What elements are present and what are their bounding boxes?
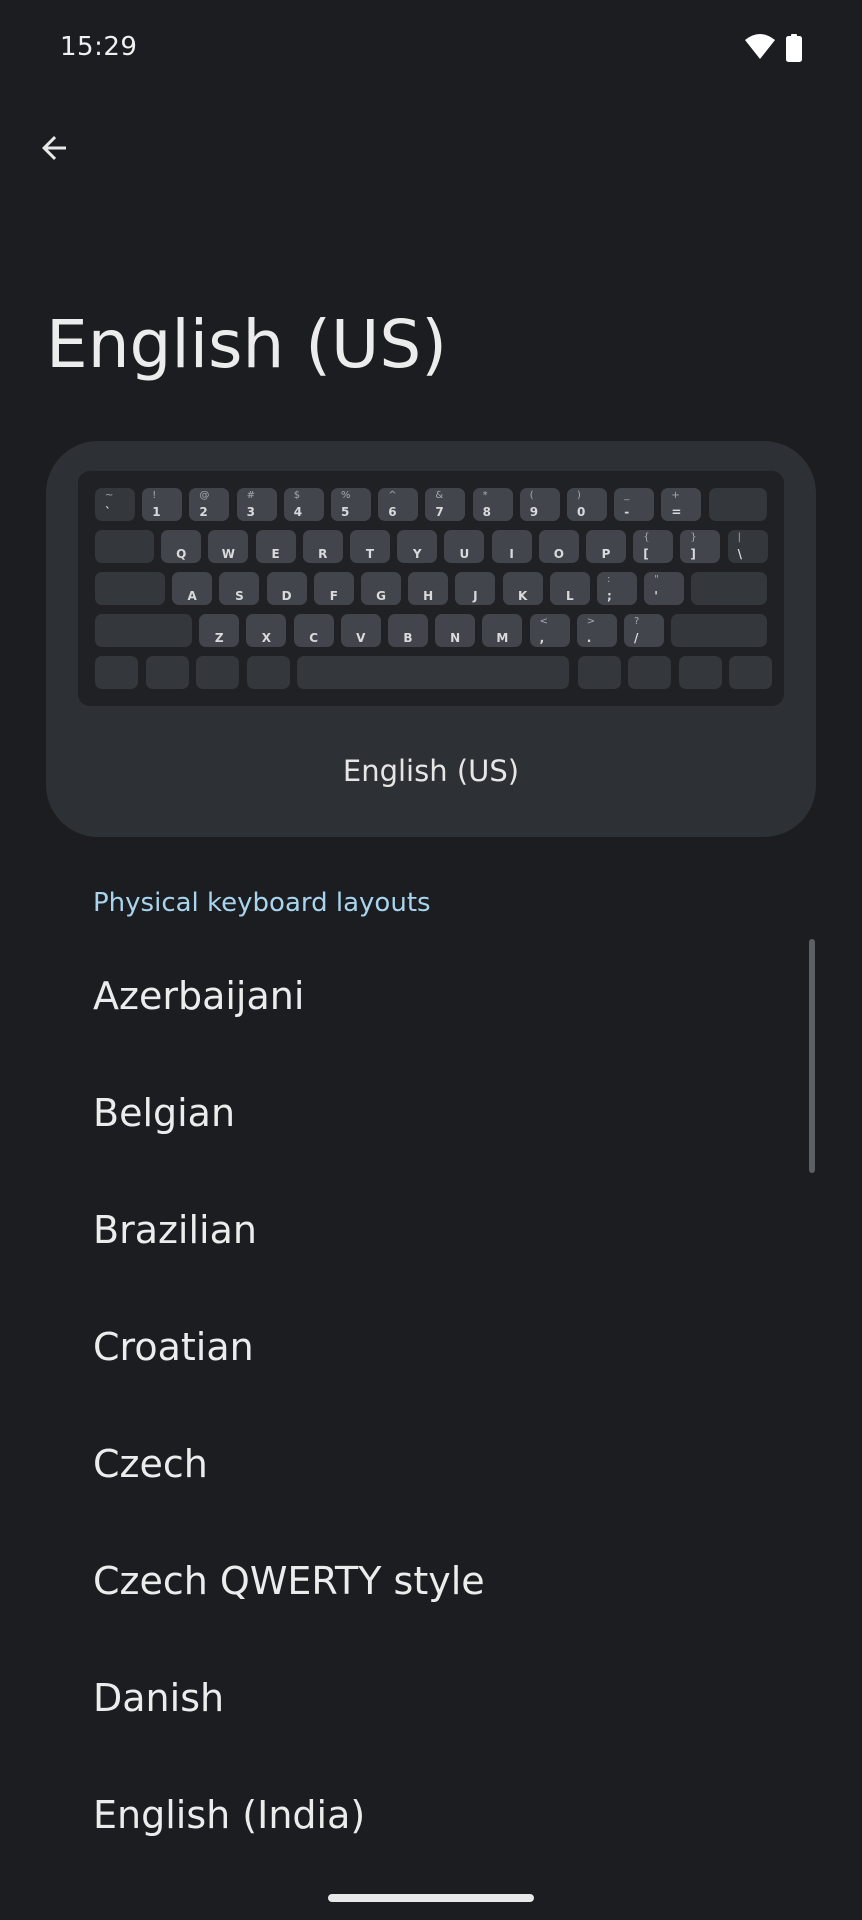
keyboard-key: U	[444, 530, 485, 563]
layout-item-czech[interactable]: Czech	[0, 1405, 862, 1522]
keyboard-key: >.	[576, 614, 617, 647]
status-bar: 15:29	[0, 0, 862, 100]
keyboard-key: L	[549, 572, 590, 605]
keyboard-key: & 7	[425, 488, 466, 521]
battery-icon	[786, 34, 802, 62]
keyboard-key	[246, 656, 290, 689]
keyboard-key	[691, 572, 767, 605]
keyboard-key	[95, 614, 192, 647]
keyboard-key: ? /	[624, 614, 664, 647]
keyboard-key: | \	[727, 530, 768, 563]
keyboard-key: * 8	[472, 488, 513, 521]
keyboard-key: :;	[597, 572, 637, 605]
keyboard-key: ) 0	[567, 488, 607, 521]
keyboard-key: ! 1	[142, 488, 183, 521]
keyboard-key: $4	[283, 488, 324, 521]
keyboard-key	[577, 656, 621, 689]
keyboard-key: B	[388, 614, 428, 647]
keyboard-key: #3	[236, 488, 277, 521]
status-time: 15:29	[60, 32, 138, 62]
keyboard-key: R	[302, 530, 343, 563]
layout-item-czech-qwerty[interactable]: Czech QWERTY style	[0, 1522, 862, 1639]
keyboard-key: }]	[680, 530, 721, 563]
keyboard-key	[95, 572, 165, 605]
keyboard-key	[196, 656, 239, 689]
keyboard-key	[297, 656, 569, 689]
layout-item-danish[interactable]: Danish	[0, 1639, 862, 1756]
keyboard-key	[628, 656, 671, 689]
keyboard-key: @2	[189, 488, 230, 521]
keyboard-key: E	[255, 530, 296, 563]
keyboard-key: H	[408, 572, 449, 605]
keyboard-key: T	[350, 530, 390, 563]
keyboard-key: W	[208, 530, 249, 563]
scrollbar[interactable]	[809, 939, 815, 1173]
keyboard-key: S	[219, 572, 260, 605]
keyboard-key: A	[172, 572, 213, 605]
keyboard-key: X	[246, 614, 287, 647]
keyboard-key: M	[482, 614, 523, 647]
keyboard-key	[671, 614, 767, 647]
keyboard-preview: ~ `! 1 @2 #3 $4% 5 ^ 6 & 7 * 8(9) 0 _ - + = Q W E R T Y U I O P{[}]…	[78, 471, 784, 706]
keyboard-key: C	[293, 614, 334, 647]
layout-item-azerbaijani[interactable]: Azerbaijani	[0, 937, 862, 1054]
keyboard-key: _ -	[614, 488, 655, 521]
layout-item-croatian[interactable]: Croatian	[0, 1288, 862, 1405]
section-header: Physical keyboard layouts	[93, 888, 431, 918]
keyboard-key: Z	[199, 614, 240, 647]
keyboard-key: <,	[529, 614, 570, 647]
layout-item-belgian[interactable]: Belgian	[0, 1054, 862, 1171]
back-button[interactable]	[26, 120, 82, 176]
keyboard-key: J	[455, 572, 496, 605]
keyboard-key: " '	[644, 572, 685, 605]
keyboard-preview-label: English (US)	[342, 754, 520, 788]
keyboard-key: N	[435, 614, 476, 647]
layout-item-brazilian[interactable]: Brazilian	[0, 1171, 862, 1288]
keyboard-key: O	[538, 530, 579, 563]
keyboard-key: ~ `	[95, 488, 135, 521]
keyboard-key	[678, 656, 722, 689]
home-indicator[interactable]	[328, 1894, 534, 1902]
keyboard-key: % 5	[331, 488, 371, 521]
keyboard-key: I	[491, 530, 532, 563]
layout-list: Azerbaijani Belgian Brazilian Croatian C…	[0, 937, 862, 1873]
keyboard-key: (9	[519, 488, 560, 521]
keyboard-key	[729, 656, 772, 689]
keyboard-key: P	[586, 530, 626, 563]
keyboard-key	[708, 488, 767, 521]
keyboard-key: F	[313, 572, 354, 605]
keyboard-key	[95, 656, 138, 689]
keyboard-key: D	[266, 572, 307, 605]
keyboard-key: + =	[661, 488, 702, 521]
keyboard-key	[145, 656, 189, 689]
keyboard-key: ^ 6	[378, 488, 419, 521]
keyboard-key: Q	[161, 530, 202, 563]
page-title: English (US)	[46, 306, 447, 383]
keyboard-key	[95, 530, 154, 563]
keyboard-key: Y	[397, 530, 438, 563]
layout-item-english-india[interactable]: English (India)	[0, 1756, 862, 1873]
keyboard-key: G	[361, 572, 401, 605]
keyboard-key: K	[502, 572, 543, 605]
arrow-back-icon	[42, 136, 66, 160]
keyboard-key: {[	[633, 530, 674, 563]
keyboard-preview-card: ~ `! 1 @2 #3 $4% 5 ^ 6 & 7 * 8(9) 0 _ - + = Q W E R T Y U I O P{[}]…	[46, 441, 816, 837]
keyboard-key: V	[340, 614, 381, 647]
wifi-icon	[745, 34, 775, 59]
